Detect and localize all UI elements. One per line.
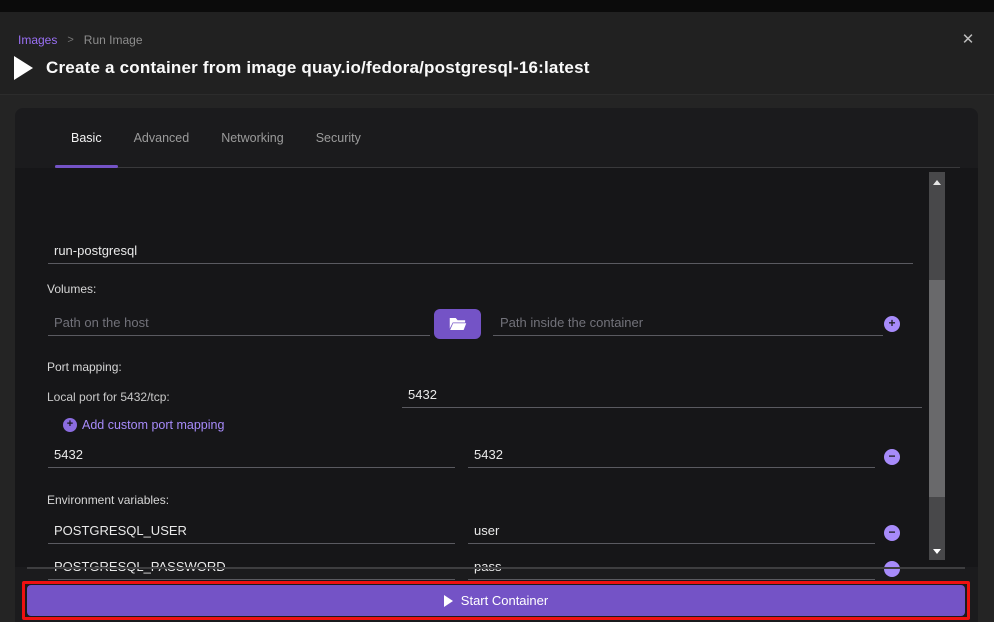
env-name-input[interactable] xyxy=(48,522,455,544)
form-scroll-area: Volumes: + Port mapping: Local port for … xyxy=(15,168,978,567)
footer-divider xyxy=(27,567,965,569)
plus-circle-icon: + xyxy=(63,418,77,432)
env-value-input[interactable] xyxy=(468,522,875,544)
tab-basic[interactable]: Basic xyxy=(55,108,118,167)
tab-bar: Basic Advanced Networking Security xyxy=(55,108,960,168)
local-port-input[interactable] xyxy=(402,386,922,408)
folder-open-icon xyxy=(449,317,467,331)
browse-folder-button[interactable] xyxy=(434,309,481,339)
vertical-scrollbar[interactable] xyxy=(929,172,945,560)
window-top-strip xyxy=(0,0,994,12)
run-image-page: Images > Run Image ✕ Create a container … xyxy=(0,0,994,622)
start-container-button[interactable]: Start Container xyxy=(27,585,965,616)
title-row: Create a container from image quay.io/fe… xyxy=(14,56,590,80)
tab-advanced[interactable]: Advanced xyxy=(118,108,206,167)
env-name-input[interactable] xyxy=(48,558,455,580)
scroll-down-icon[interactable] xyxy=(933,549,941,554)
port-mapping-label: Port mapping: xyxy=(47,360,122,374)
env-variables-label: Environment variables: xyxy=(47,493,169,507)
remove-port-mapping-icon[interactable]: − xyxy=(884,449,900,465)
play-icon xyxy=(444,595,453,607)
remove-env-icon[interactable]: − xyxy=(884,561,900,577)
close-icon[interactable]: ✕ xyxy=(958,30,978,50)
add-volume-icon[interactable]: + xyxy=(884,316,900,332)
run-image-card: Basic Advanced Networking Security Volum… xyxy=(15,108,978,622)
add-custom-port-mapping-link[interactable]: + Add custom port mapping xyxy=(63,418,224,432)
dialog-header: Images > Run Image ✕ Create a container … xyxy=(0,12,994,95)
custom-port-container-input[interactable] xyxy=(468,446,875,468)
run-play-icon xyxy=(14,56,33,80)
volumes-label: Volumes: xyxy=(47,282,96,296)
scrollbar-thumb[interactable] xyxy=(929,280,945,497)
breadcrumb-images-link[interactable]: Images xyxy=(18,33,57,47)
page-title: Create a container from image quay.io/fe… xyxy=(46,58,590,78)
env-value-input[interactable] xyxy=(468,558,875,580)
breadcrumb: Images > Run Image xyxy=(18,33,143,47)
breadcrumb-current: Run Image xyxy=(84,33,143,47)
tab-networking[interactable]: Networking xyxy=(205,108,300,167)
remove-env-icon[interactable]: − xyxy=(884,525,900,541)
start-container-label: Start Container xyxy=(461,593,548,608)
local-port-label: Local port for 5432/tcp: xyxy=(47,390,170,404)
breadcrumb-separator-icon: > xyxy=(67,34,73,46)
tab-security[interactable]: Security xyxy=(300,108,377,167)
scroll-up-icon[interactable] xyxy=(933,180,941,185)
container-name-input[interactable] xyxy=(48,242,913,264)
volume-host-path-input[interactable] xyxy=(48,314,430,336)
add-custom-port-label: Add custom port mapping xyxy=(82,418,224,432)
custom-port-host-input[interactable] xyxy=(48,446,455,468)
volume-container-path-input[interactable] xyxy=(493,314,883,336)
